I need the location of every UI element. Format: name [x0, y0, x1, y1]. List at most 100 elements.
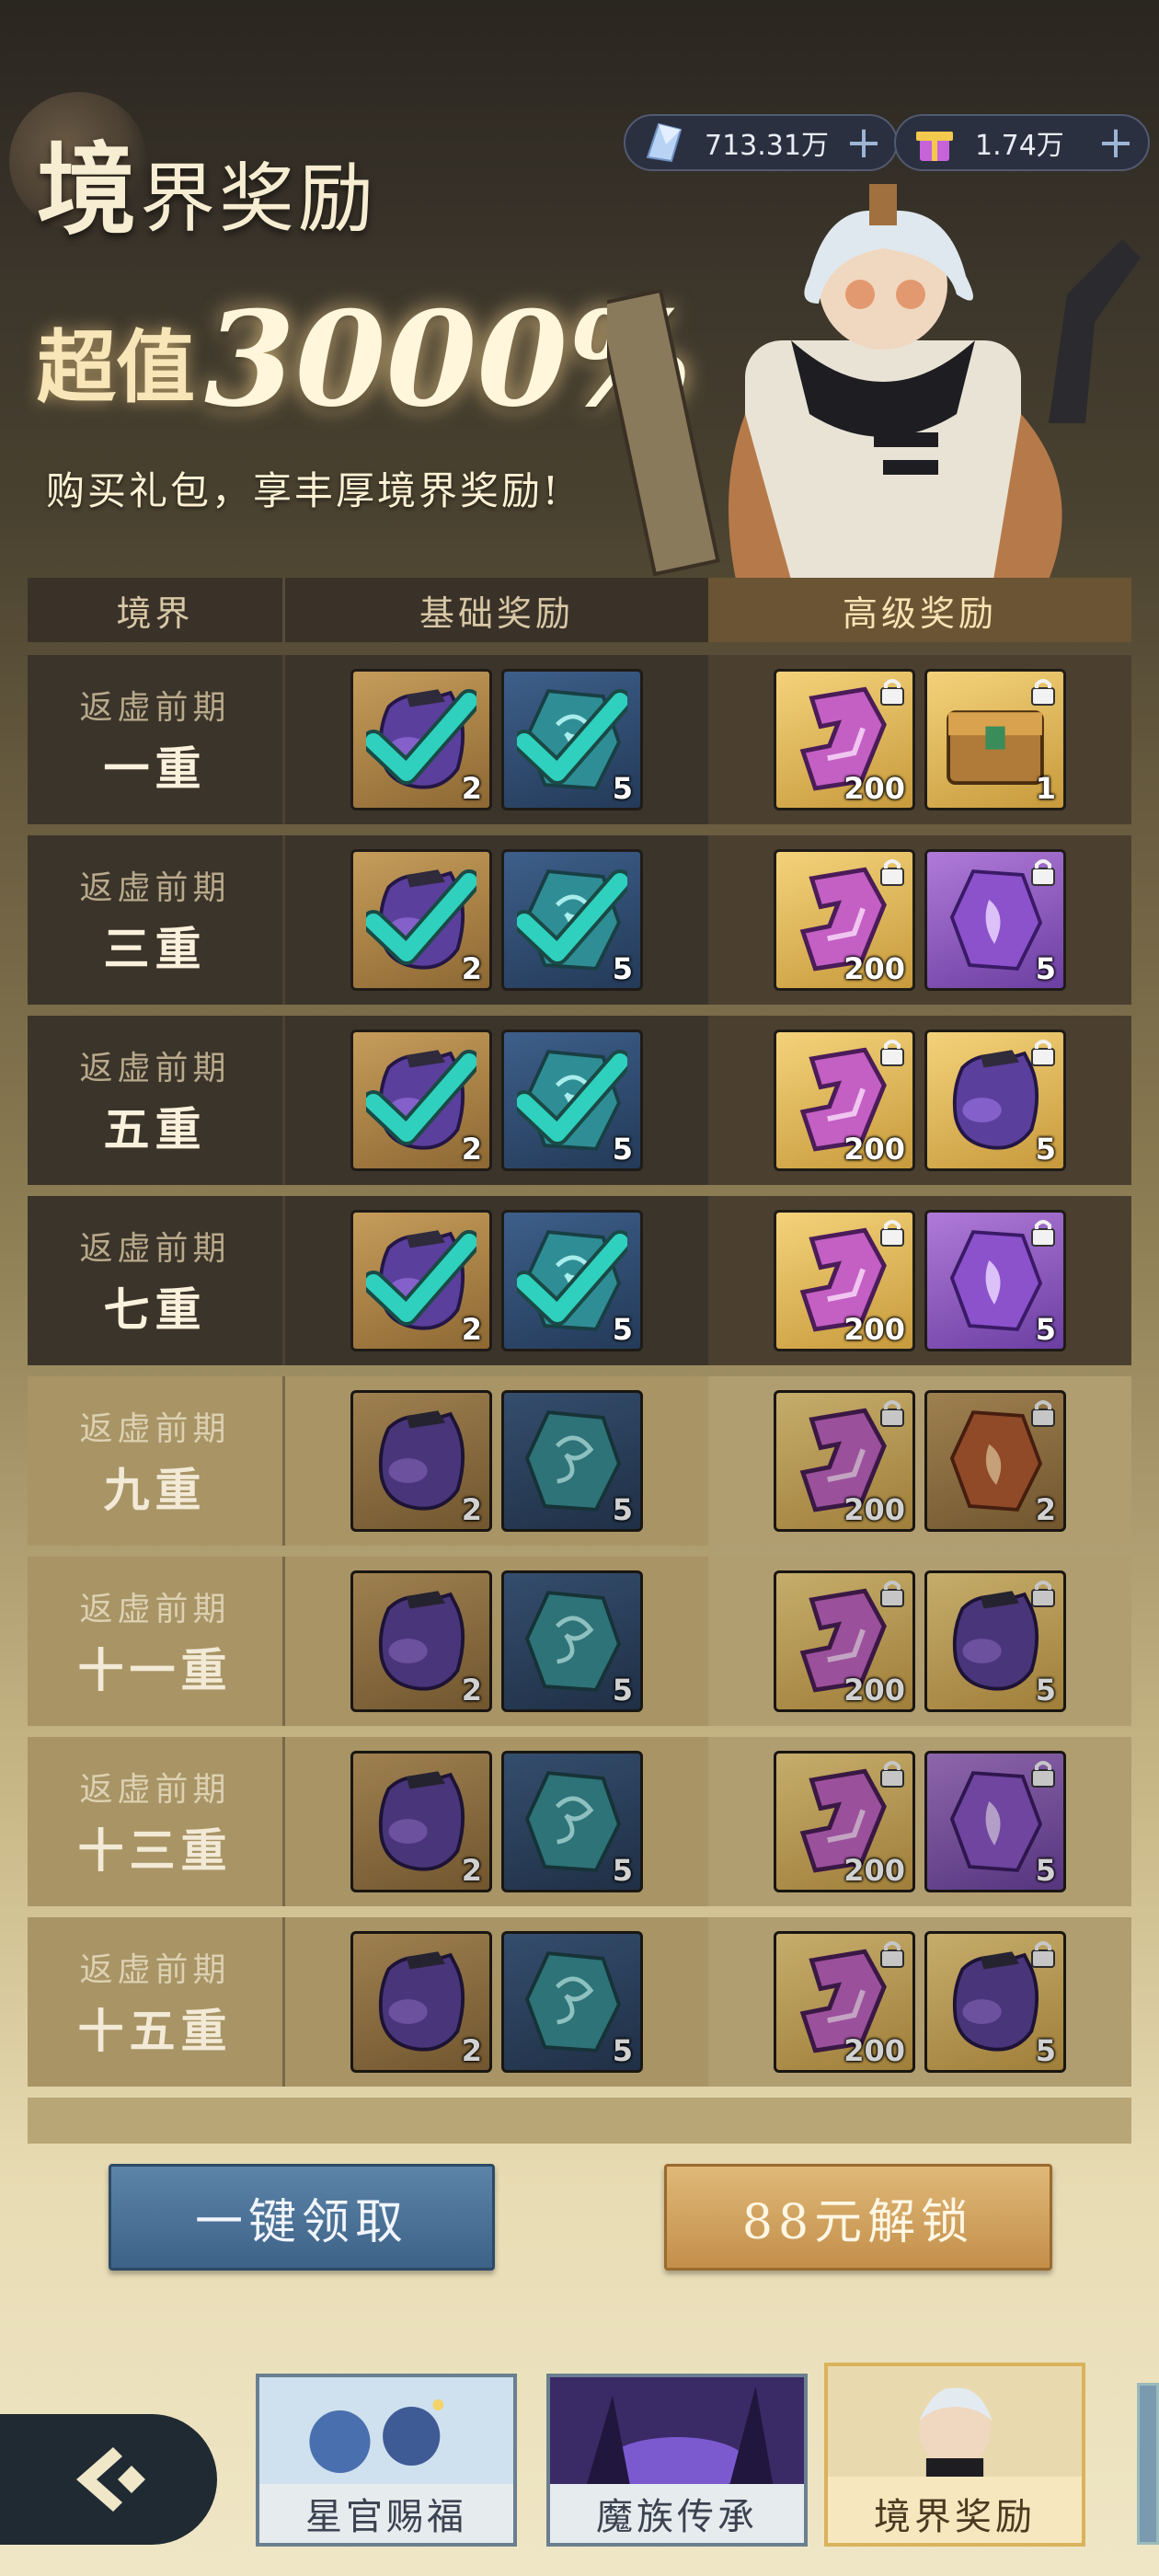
- realm-level: 三重: [103, 922, 207, 976]
- reward-quantity: 5: [1035, 1312, 1056, 1347]
- reward-item-jade[interactable]: 5: [501, 1210, 643, 1351]
- reward-item-jade[interactable]: 5: [501, 1390, 643, 1532]
- reward-quantity: 200: [843, 1853, 905, 1888]
- table-row: 返虚前期 三重 2 5 200 5: [28, 835, 1131, 1005]
- tab-next-partial[interactable]: [1137, 2383, 1159, 2545]
- lock-icon: [1031, 1040, 1055, 1066]
- reward-quantity: 200: [843, 1492, 905, 1527]
- unlock-premium-button[interactable]: 88元解锁: [664, 2164, 1052, 2271]
- reward-quantity: 5: [1035, 1853, 1056, 1888]
- reward-item-talisman[interactable]: 200: [774, 1390, 915, 1532]
- realm-cell: 返虚前期 十三重: [28, 1737, 285, 1906]
- basic-reward-cell: 25: [285, 655, 708, 824]
- reward-item-talisman[interactable]: 200: [774, 1029, 915, 1171]
- tab-realm-reward-label: 境界奖励: [828, 2484, 1082, 2543]
- reward-quantity: 2: [461, 2033, 482, 2068]
- reward-item-pouch[interactable]: 5: [924, 1931, 1066, 2073]
- tab-demon-legacy[interactable]: 魔族传承: [546, 2374, 808, 2547]
- reward-item-purple-gem[interactable]: 5: [924, 849, 1066, 991]
- lock-icon: [1031, 679, 1055, 706]
- reward-item-talisman[interactable]: 200: [774, 1751, 915, 1892]
- lock-icon: [880, 679, 904, 706]
- reward-item-pouch[interactable]: 2: [350, 669, 492, 811]
- header-premium-reward: 高级奖励: [708, 578, 1131, 642]
- table-row: 返虚前期 一重 2 5 200 1: [28, 655, 1131, 824]
- reward-quantity: 5: [1035, 951, 1056, 986]
- realm-name: 返虚前期: [79, 1951, 231, 1989]
- header-basic-reward: 基础奖励: [285, 578, 708, 642]
- reward-item-pouch[interactable]: 5: [924, 1029, 1066, 1171]
- basic-reward-cell: 25: [285, 1737, 708, 1906]
- table-row-partial: [28, 2098, 1131, 2144]
- tab-realm-reward[interactable]: 境界奖励: [824, 2363, 1085, 2547]
- reward-quantity: 2: [461, 1312, 482, 1347]
- add-crystal-button[interactable]: +: [839, 118, 889, 167]
- reward-quantity: 2: [461, 1853, 482, 1888]
- realm-level: 十三重: [77, 1823, 233, 1878]
- claim-all-button[interactable]: 一键领取: [109, 2164, 495, 2271]
- basic-reward-cell: 25: [285, 1917, 708, 2087]
- reward-quantity: 5: [612, 1312, 633, 1347]
- reward-item-talisman[interactable]: 200: [774, 1570, 915, 1712]
- realm-cell: 返虚前期 三重: [28, 835, 285, 1005]
- reward-item-pouch[interactable]: 5: [924, 1570, 1066, 1712]
- reward-item-purple-gem[interactable]: 5: [924, 1751, 1066, 1892]
- reward-quantity: 5: [1035, 2033, 1056, 2068]
- page-title: 境界奖励: [37, 110, 377, 254]
- reward-item-pouch[interactable]: 2: [350, 849, 492, 991]
- reward-item-talisman[interactable]: 200: [774, 1210, 915, 1351]
- reward-item-pouch[interactable]: 2: [350, 1931, 492, 2073]
- crystal-amount: 713.31万: [705, 130, 829, 162]
- basic-reward-cell: 25: [285, 1016, 708, 1185]
- basic-reward-cell: 25: [285, 1557, 708, 1726]
- realm-level: 一重: [103, 742, 207, 796]
- lock-icon: [1031, 1581, 1055, 1607]
- reward-item-jade[interactable]: 5: [501, 669, 643, 811]
- character-illustration: [607, 184, 1141, 580]
- premium-reward-cell: 200 5: [708, 1196, 1131, 1365]
- basic-reward-cell: 25: [285, 1196, 708, 1365]
- reward-item-chest[interactable]: 1: [924, 669, 1066, 811]
- back-button[interactable]: [0, 2414, 217, 2545]
- lock-icon: [1031, 1761, 1055, 1788]
- reward-item-pouch[interactable]: 2: [350, 1210, 492, 1351]
- reward-quantity: 5: [612, 1492, 633, 1527]
- add-gift-button[interactable]: +: [1091, 118, 1141, 167]
- reward-item-purple-gem[interactable]: 5: [924, 1210, 1066, 1351]
- reward-item-jade[interactable]: 5: [501, 1751, 643, 1892]
- reward-item-pouch[interactable]: 2: [350, 1751, 492, 1892]
- lock-icon: [880, 1220, 904, 1247]
- crystal-icon: [646, 122, 683, 163]
- lock-icon: [880, 1761, 904, 1788]
- reward-table-body[interactable]: 返虚前期 一重 2 5 200 1 返虚前期 三重 2 5 200 5 返虚前期 五重 2 5 200 5 返虚前期…: [28, 655, 1131, 2144]
- reward-item-talisman[interactable]: 200: [774, 849, 915, 991]
- reward-item-talisman[interactable]: 200: [774, 1931, 915, 2073]
- reward-item-pouch[interactable]: 2: [350, 1029, 492, 1171]
- lock-icon: [880, 1400, 904, 1427]
- table-row: 返虚前期 七重 2 5 200 5: [28, 1196, 1131, 1365]
- reward-item-pouch[interactable]: 2: [350, 1570, 492, 1712]
- reward-item-jade[interactable]: 5: [501, 849, 643, 991]
- claimed-check-icon: [517, 869, 627, 965]
- reward-quantity: 2: [461, 1492, 482, 1527]
- reward-item-pouch[interactable]: 2: [350, 1390, 492, 1532]
- basic-reward-cell: 25: [285, 1376, 708, 1546]
- promo-prefix: 超值: [37, 321, 195, 414]
- tab-star-blessing[interactable]: 星官赐福: [256, 2374, 517, 2547]
- realm-level: 十五重: [77, 2004, 233, 2058]
- reward-item-jade[interactable]: 5: [501, 1931, 643, 2073]
- reward-item-jade[interactable]: 5: [501, 1029, 643, 1171]
- realm-name: 返虚前期: [79, 1771, 231, 1809]
- promo-description: 购买礼包，享丰厚境界奖励!: [46, 468, 561, 513]
- premium-reward-cell: 200 1: [708, 655, 1131, 824]
- premium-reward-cell: 200 5: [708, 1917, 1131, 2087]
- lock-icon: [880, 1581, 904, 1607]
- reward-item-amber-gem[interactable]: 2: [924, 1390, 1066, 1532]
- reward-quantity: 200: [843, 771, 905, 806]
- gift-icon: [916, 132, 953, 161]
- realm-name: 返虚前期: [79, 1591, 231, 1628]
- premium-reward-cell: 200 5: [708, 1557, 1131, 1726]
- claimed-check-icon: [517, 1230, 627, 1326]
- reward-item-jade[interactable]: 5: [501, 1570, 643, 1712]
- reward-item-talisman[interactable]: 200: [774, 669, 915, 811]
